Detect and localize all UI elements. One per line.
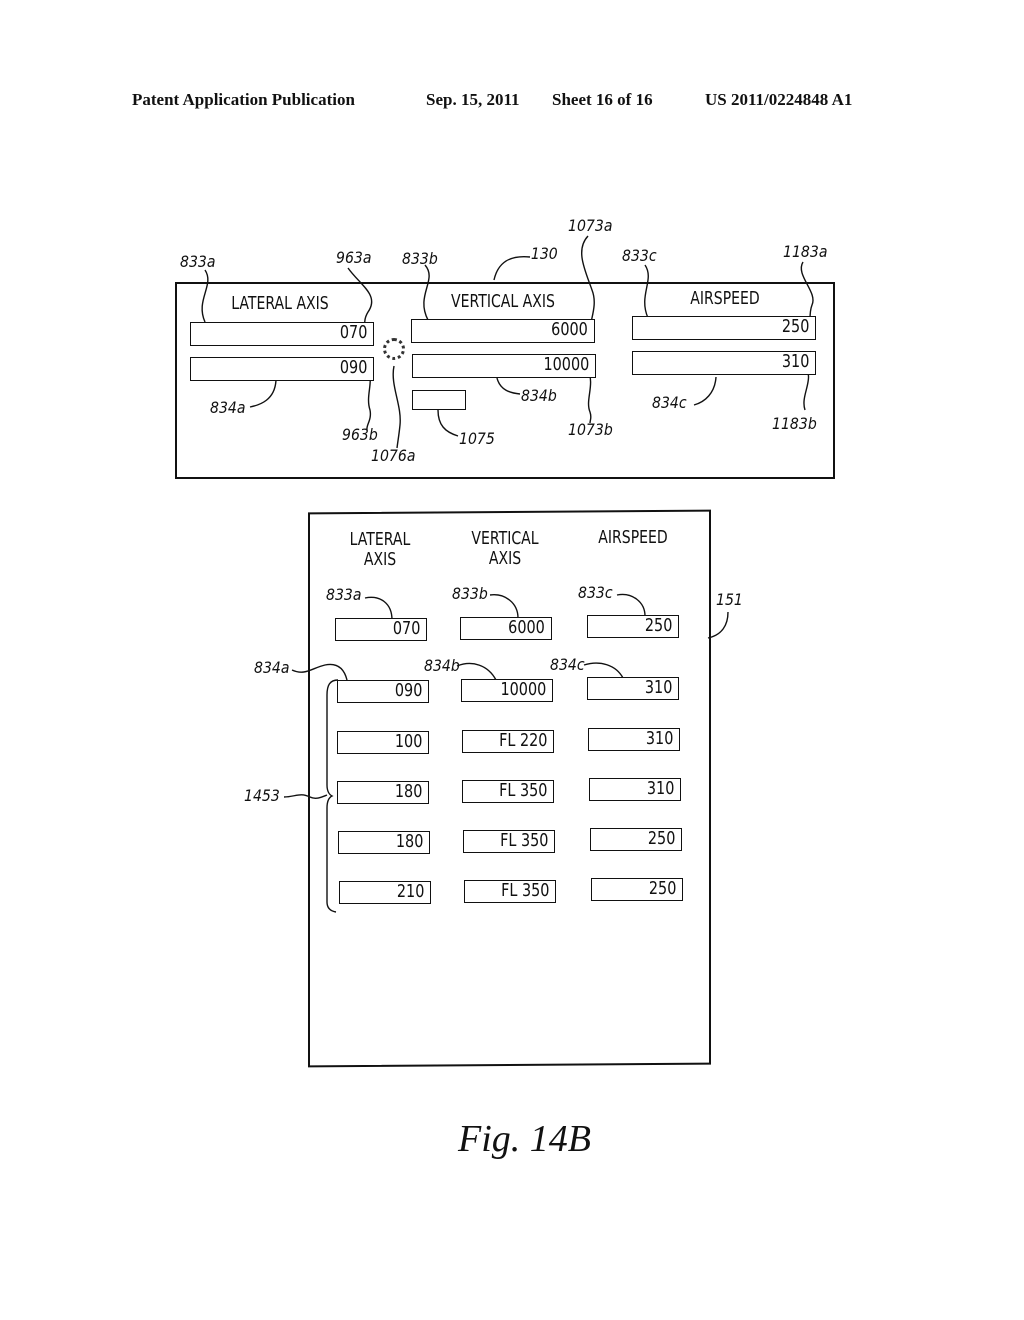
bottom-ref-833b: 833b [452,584,488,603]
ref-130: 130 [530,244,558,263]
row3-lateral-field[interactable]: 180 [337,781,429,804]
leader-151 [707,611,729,639]
ref-1075: 1075 [459,429,495,448]
publication-date: Sep. 15, 2011 [426,90,520,109]
small-input-box[interactable] [412,390,466,410]
ref-834a: 834a [210,398,246,417]
bottom-ref-833a: 833a [326,585,362,604]
row1-vertical-field[interactable]: 10000 [461,679,553,702]
ref-1183b: 1183b [772,414,817,433]
bottom-vertical-title: VERTICAL AXIS [471,528,539,569]
row5-airspeed-field[interactable]: 250 [591,878,683,901]
row2-lateral-field[interactable]: 100 [337,731,429,754]
airspeed-next-field[interactable]: 310 [632,351,816,375]
ref-833a: 833a [180,252,216,271]
row4-lateral-field[interactable]: 180 [338,831,430,854]
row4-vertical-field[interactable]: FL 350 [463,830,555,853]
ref-833b: 833b [402,249,438,268]
sheet-number: Sheet 16 of 16 [552,90,653,109]
row1-lateral-field[interactable]: 090 [337,680,429,703]
bottom-lateral-current-field[interactable]: 070 [335,618,427,641]
lateral-axis-title: LATERAL AXIS [231,293,329,314]
ref-963a: 963a [336,248,372,267]
ref-963b: 963b [342,425,378,444]
patent-number: US 2011/0224848 A1 [705,90,853,109]
leader-130 [493,255,531,281]
bottom-lateral-title: LATERAL AXIS [349,529,411,570]
airspeed-title: AIRSPEED [690,288,760,309]
bottom-ref-1453: 1453 [244,786,280,805]
row5-vertical-field[interactable]: FL 350 [464,880,556,903]
bottom-ref-834c: 834c [550,655,585,674]
ref-834b: 834b [521,386,557,405]
ref-1073a: 1073a [568,216,613,235]
ref-1073b: 1073b [568,420,613,439]
bottom-ref-834b: 834b [424,656,460,675]
airspeed-current-field[interactable]: 250 [632,316,816,340]
ref-1076a: 1076a [371,446,416,465]
vertical-next-field[interactable]: 10000 [412,354,596,378]
row2-airspeed-field[interactable]: 310 [588,728,680,751]
bottom-airspeed-title: AIRSPEED [598,527,668,548]
ref-1183a: 1183a [783,242,828,261]
row2-vertical-field[interactable]: FL 220 [462,730,554,753]
bottom-ref-151: 151 [716,590,743,609]
vertical-current-field[interactable]: 6000 [411,319,595,343]
ref-834c: 834c [652,393,687,412]
row3-vertical-field[interactable]: FL 350 [462,780,554,803]
lateral-current-field[interactable]: 070 [190,322,374,346]
lateral-next-field[interactable]: 090 [190,357,374,381]
row1-airspeed-field[interactable]: 310 [587,677,679,700]
selector-knob-icon[interactable] [383,338,405,360]
ref-833c: 833c [622,246,657,265]
bottom-airspeed-current-field[interactable]: 250 [587,615,679,638]
row4-airspeed-field[interactable]: 250 [590,828,682,851]
bottom-vertical-current-field[interactable]: 6000 [460,617,552,640]
vertical-axis-title: VERTICAL AXIS [451,291,555,312]
publication-label: Patent Application Publication [132,90,355,109]
figure-label: Fig. 14B [458,1118,591,1160]
bottom-ref-833c: 833c [578,583,613,602]
row3-airspeed-field[interactable]: 310 [589,778,681,801]
row5-lateral-field[interactable]: 210 [339,881,431,904]
bottom-ref-834a: 834a [254,658,290,677]
